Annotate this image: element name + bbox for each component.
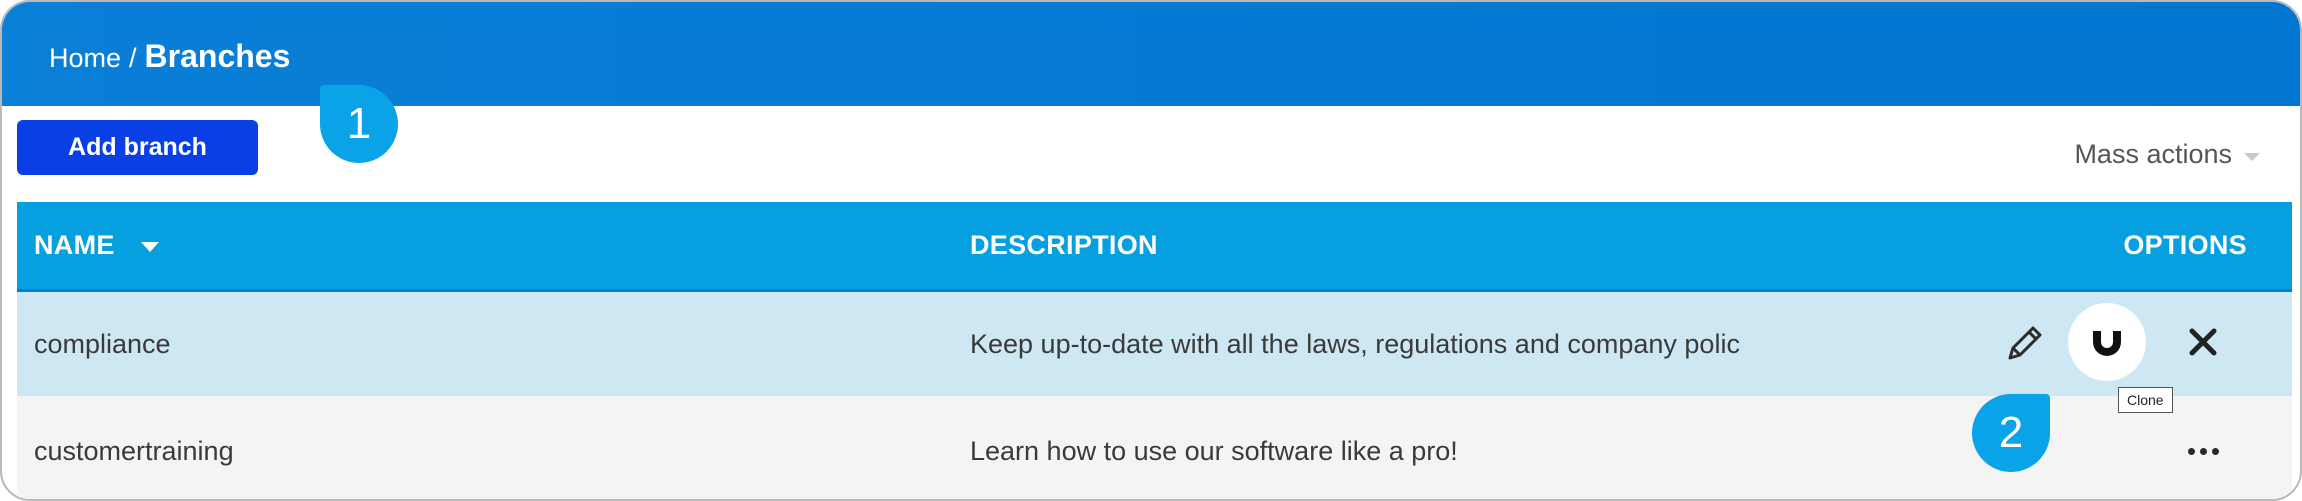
branch-description: Keep up-to-date with all the laws, regul… <box>970 328 1740 359</box>
branch-description: Learn how to use our software like a pro… <box>970 435 1458 466</box>
magnet-icon <box>2093 326 2121 356</box>
dot <box>2211 447 2219 455</box>
caret-down-icon <box>140 241 159 252</box>
branches-table: NAME DESCRIPTION OPTIONS compliance Keep… <box>17 202 2292 499</box>
step-marker-2: 2 <box>1972 394 2050 472</box>
chevron-down-icon <box>2244 152 2260 161</box>
add-branch-button[interactable]: Add branch <box>17 120 258 175</box>
column-header-description: DESCRIPTION <box>970 230 1158 260</box>
step-marker-1: 1 <box>320 85 398 163</box>
clone-tooltip: Clone <box>2118 387 2173 413</box>
pencil-icon[interactable] <box>2002 320 2048 366</box>
table-header: NAME DESCRIPTION OPTIONS <box>17 202 2292 292</box>
column-header-name[interactable]: NAME <box>34 202 159 289</box>
dot <box>2187 447 2195 455</box>
page-title: Branches <box>144 38 291 74</box>
table-row[interactable]: compliance Keep up-to-date with all the … <box>17 292 2292 396</box>
mass-actions-dropdown[interactable]: Mass actions <box>2074 139 2260 170</box>
column-header-options: OPTIONS <box>2123 230 2247 260</box>
dot <box>2199 447 2207 455</box>
app-frame: Home / Branches Add branch Mass actions … <box>0 0 2302 501</box>
table-row[interactable]: customertraining Learn how to use our so… <box>17 396 2292 499</box>
branch-name: compliance <box>34 328 171 359</box>
breadcrumb-separator: / <box>129 43 137 73</box>
clone-button[interactable] <box>2068 303 2146 381</box>
column-header-name-label: NAME <box>34 230 115 260</box>
branch-name: customertraining <box>34 435 234 466</box>
breadcrumb: Home / Branches <box>49 38 290 75</box>
close-icon[interactable] <box>2183 322 2223 362</box>
mass-actions-label: Mass actions <box>2074 139 2232 169</box>
breadcrumb-home-link[interactable]: Home <box>49 43 121 74</box>
more-horizontal-icon[interactable] <box>2183 436 2223 466</box>
